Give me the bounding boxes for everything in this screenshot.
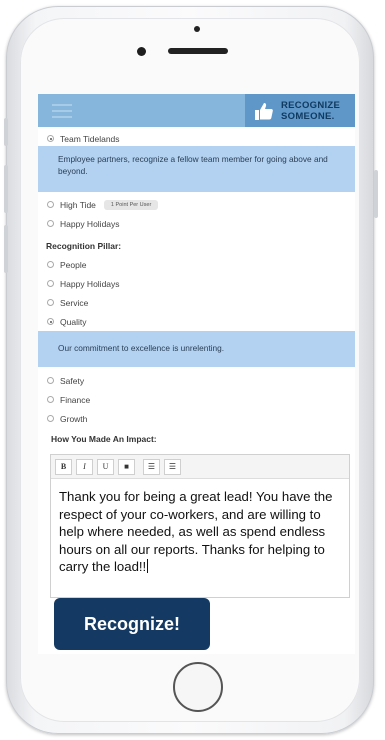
radio-icon[interactable] <box>47 201 54 208</box>
pillar-option-happy-holidays[interactable]: Happy Holidays <box>46 274 347 293</box>
pillar-label: Happy Holidays <box>60 278 120 289</box>
pillar-label: Quality <box>60 316 87 327</box>
underline-button[interactable]: U <box>97 458 114 475</box>
numbered-list-icon[interactable]: ☰ <box>164 458 181 475</box>
radio-icon[interactable] <box>47 220 54 227</box>
bold-button[interactable]: B <box>55 458 72 475</box>
radio-selected-icon[interactable] <box>47 135 54 142</box>
program-team-tidelands[interactable]: Team Tidelands <box>46 131 347 146</box>
italic-button[interactable]: I <box>76 458 93 475</box>
radio-icon[interactable] <box>47 415 54 422</box>
home-button[interactable] <box>173 662 223 712</box>
program-happy-holidays[interactable]: Happy Holidays <box>46 214 347 233</box>
radio-icon[interactable] <box>47 280 54 287</box>
badge-line-1: RECOGNIZE <box>281 99 341 111</box>
pillar-heading: Recognition Pillar: <box>46 241 122 251</box>
impact-heading: How You Made An Impact: <box>51 434 157 444</box>
radio-icon[interactable] <box>47 261 54 268</box>
radio-icon[interactable] <box>47 396 54 403</box>
eraser-icon[interactable]: ■ <box>118 458 135 475</box>
thumbs-up-icon <box>255 102 273 120</box>
editor-toolbar: B I U ■ ☰ ☰ <box>51 455 349 479</box>
program-label: Team Tidelands <box>60 133 120 144</box>
volume-up-button <box>4 165 8 213</box>
bullet-list-icon[interactable]: ☰ <box>143 458 160 475</box>
program-label: Happy Holidays <box>60 218 120 229</box>
sensor-dot <box>194 26 200 32</box>
impact-textarea[interactable]: Thank you for being a great lead! You ha… <box>51 479 349 576</box>
pillar-label: People <box>60 259 87 270</box>
badge-line-2: SOMEONE. <box>281 110 335 122</box>
form-content: Team Tidelands Employee partners, recogn… <box>38 127 355 444</box>
pillar-label: Safety <box>60 375 85 386</box>
pillar-label: Growth <box>60 413 88 424</box>
earpiece-speaker <box>168 48 228 54</box>
program-high-tide[interactable]: High Tide 1 Point Per User <box>46 195 347 214</box>
pillar-option-finance[interactable]: Finance <box>46 390 347 409</box>
text-caret <box>147 559 149 573</box>
top-bar: RECOGNIZE SOMEONE. <box>38 94 355 127</box>
radio-icon[interactable] <box>47 377 54 384</box>
pillar-option-growth[interactable]: Growth <box>46 409 347 428</box>
program-label: High Tide <box>60 199 96 210</box>
power-button <box>374 170 378 218</box>
pillar-option-safety[interactable]: Safety <box>46 371 347 390</box>
impact-editor: B I U ■ ☰ ☰ Thank you for being a great … <box>50 454 350 598</box>
app-screen: RECOGNIZE SOMEONE. Team Tidelands Employ… <box>38 94 355 654</box>
pillar-option-people[interactable]: People <box>46 255 347 274</box>
pillar-label: Finance <box>60 394 91 405</box>
hamburger-icon[interactable] <box>52 104 72 118</box>
recognize-someone-badge[interactable]: RECOGNIZE SOMEONE. <box>245 94 355 127</box>
pillar-description: Our commitment to excellence is unrelent… <box>38 331 355 367</box>
pillar-option-service[interactable]: Service <box>46 293 347 312</box>
volume-down-button <box>4 225 8 273</box>
mute-switch <box>4 118 8 146</box>
recognize-button[interactable]: Recognize! <box>54 598 210 650</box>
pillar-label: Service <box>60 297 89 308</box>
pillar-option-quality[interactable]: Quality <box>46 312 347 331</box>
program-description: Employee partners, recognize a fellow te… <box>38 146 355 192</box>
radio-icon[interactable] <box>47 299 54 306</box>
radio-selected-icon[interactable] <box>47 318 54 325</box>
points-tag: 1 Point Per User <box>103 199 159 210</box>
impact-text: Thank you for being a great lead! You ha… <box>59 489 333 574</box>
front-camera <box>137 47 146 56</box>
